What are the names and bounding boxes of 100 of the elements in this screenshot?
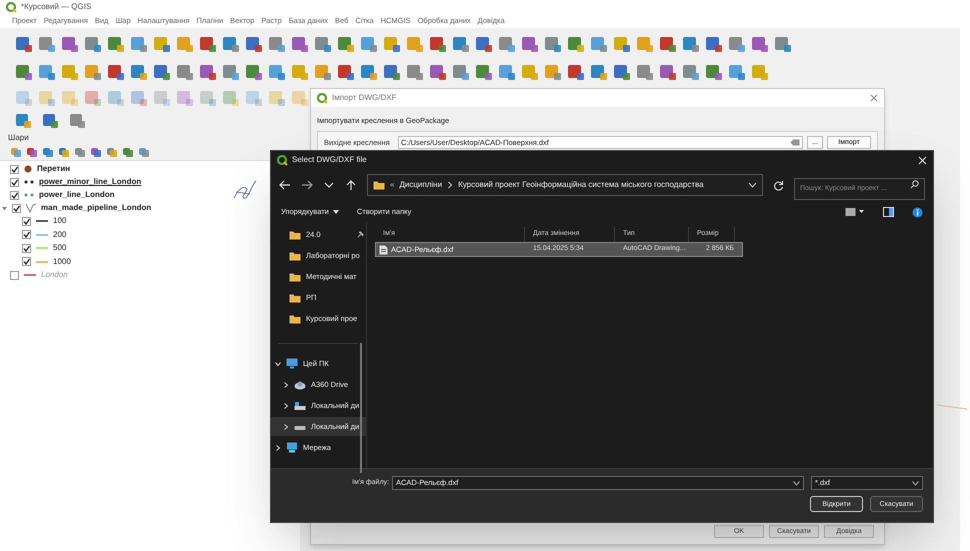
chevron-right-icon[interactable]: [283, 382, 289, 388]
toolbar-icon[interactable]: [130, 89, 148, 107]
chevron-right-icon[interactable]: [283, 424, 289, 430]
toolbar-icon[interactable]: [567, 63, 585, 81]
toolbar-icon[interactable]: [590, 35, 608, 53]
toolbar-icon[interactable]: [42, 146, 54, 158]
preview-pane-icon[interactable]: [883, 207, 894, 217]
checkbox[interactable]: [22, 230, 31, 240]
toolbar-icon[interactable]: [521, 35, 539, 53]
toolbar-icon[interactable]: [682, 35, 700, 53]
toolbar-icon[interactable]: [751, 35, 769, 53]
toolbar-icon[interactable]: [245, 63, 263, 81]
breadcrumb-item[interactable]: Курсовий проект Геоінформаційна система міського господарства: [458, 179, 704, 191]
toolbar-icon[interactable]: [69, 112, 86, 128]
toolbar-icon[interactable]: [153, 35, 171, 53]
toolbar-icon[interactable]: [498, 35, 516, 53]
toolbar-icon[interactable]: [774, 35, 792, 53]
toolbar-icon[interactable]: [38, 63, 56, 81]
toolbar-icon[interactable]: [429, 63, 447, 81]
toolbar-icon[interactable]: [84, 89, 102, 107]
toolbar-icon[interactable]: [176, 63, 194, 81]
toolbar-icon[interactable]: [406, 63, 424, 81]
toolbar-icon[interactable]: [705, 35, 723, 53]
toolbar-icon[interactable]: [682, 63, 700, 81]
overflow-mark[interactable]: «: [390, 179, 394, 191]
toolbar-icon[interactable]: [728, 63, 746, 81]
toolbar-icon[interactable]: [38, 35, 56, 53]
help-icon[interactable]: [912, 206, 923, 218]
toolbar-icon[interactable]: [42, 112, 59, 128]
toolbar-icon[interactable]: [498, 63, 516, 81]
toolbar-icon[interactable]: [130, 63, 148, 81]
clear-icon[interactable]: [790, 139, 800, 146]
layer-name[interactable]: power_line_London: [39, 191, 115, 199]
chevron-down-icon[interactable]: [748, 182, 757, 188]
layer-name[interactable]: man_made_pipeline_London: [41, 204, 152, 212]
layer-name[interactable]: power_minor_line_London: [39, 178, 142, 186]
chevron-down-icon[interactable]: [323, 180, 335, 190]
up-arrow-icon[interactable]: [345, 180, 357, 190]
toolbar-icon[interactable]: [705, 63, 723, 81]
toolbar-icon[interactable]: [268, 35, 286, 53]
refresh-icon[interactable]: [773, 180, 784, 190]
layer-name[interactable]: Перетин: [37, 165, 70, 173]
toolbar-icon[interactable]: [15, 35, 33, 53]
checkbox[interactable]: [10, 164, 19, 174]
checkbox[interactable]: [22, 216, 31, 226]
checkbox[interactable]: [10, 178, 19, 186]
toolbar-icon[interactable]: [245, 35, 263, 53]
checkbox[interactable]: [22, 257, 31, 266]
toolbar-icon[interactable]: [613, 35, 631, 53]
chevron-down-icon[interactable]: [275, 360, 281, 366]
address-bar[interactable]: « Дисципліни Курсовий проект Геоінформаційна система міського господарства: [367, 174, 763, 196]
toolbar-icon[interactable]: [452, 63, 470, 81]
toolbar-icon[interactable]: [383, 35, 401, 53]
toolbar-icon[interactable]: [291, 35, 309, 53]
toolbar-icon[interactable]: [728, 35, 746, 53]
toolbar-icon[interactable]: [26, 146, 38, 158]
toolbar-icon[interactable]: [360, 63, 378, 81]
toolbar-icon[interactable]: [106, 146, 118, 158]
toolbar-icon[interactable]: [15, 63, 33, 81]
toolbar-icon[interactable]: [90, 146, 102, 158]
view-options-icon[interactable]: [845, 207, 865, 217]
toolbar-icon[interactable]: [84, 35, 102, 53]
checkbox[interactable]: [22, 244, 31, 253]
toolbar-icon[interactable]: [314, 35, 332, 53]
checkbox[interactable]: [10, 190, 19, 200]
toolbar-icon[interactable]: [383, 63, 401, 81]
chevron-right-icon[interactable]: [275, 444, 281, 450]
toolbar-icon[interactable]: [475, 35, 493, 53]
toolbar-icon[interactable]: [360, 35, 378, 53]
toolbar-icon[interactable]: [122, 146, 134, 158]
toolbar-icon[interactable]: [567, 35, 585, 53]
checkbox[interactable]: [12, 204, 21, 212]
toolbar-icon[interactable]: [10, 146, 22, 158]
back-arrow-icon[interactable]: [279, 180, 291, 190]
toolbar-icon[interactable]: [61, 35, 79, 53]
toolbar-icon[interactable]: [544, 35, 562, 53]
toolbar-icon[interactable]: [84, 63, 102, 81]
toolbar-icon[interactable]: [452, 35, 470, 53]
scrollbar-thumb[interactable]: [360, 343, 362, 473]
toolbar-icon[interactable]: [475, 63, 493, 81]
toolbar-icon[interactable]: [58, 146, 70, 158]
forward-arrow-icon[interactable]: [301, 180, 313, 190]
toolbar-icon[interactable]: [337, 35, 355, 53]
collapse-arrow-icon[interactable]: [1, 204, 8, 212]
toolbar-icon[interactable]: [314, 63, 332, 81]
toolbar-icon[interactable]: [337, 63, 355, 81]
breadcrumb-item[interactable]: Дисципліни: [399, 179, 442, 191]
toolbar-icon[interactable]: [222, 35, 240, 53]
toolbar-icon[interactable]: [268, 63, 286, 81]
toolbar-icon[interactable]: [199, 35, 217, 53]
toolbar-icon[interactable]: [659, 35, 677, 53]
toolbar-icon[interactable]: [107, 63, 125, 81]
toolbar-icon[interactable]: [544, 63, 562, 81]
toolbar-icon[interactable]: [636, 63, 654, 81]
toolbar-icon[interactable]: [222, 63, 240, 81]
toolbar-icon[interactable]: [107, 35, 125, 53]
toolbar-icon[interactable]: [130, 35, 148, 53]
toolbar-icon[interactable]: [15, 112, 32, 128]
toolbar-icon[interactable]: [74, 146, 86, 158]
toolbar-icon[interactable]: [659, 63, 677, 81]
